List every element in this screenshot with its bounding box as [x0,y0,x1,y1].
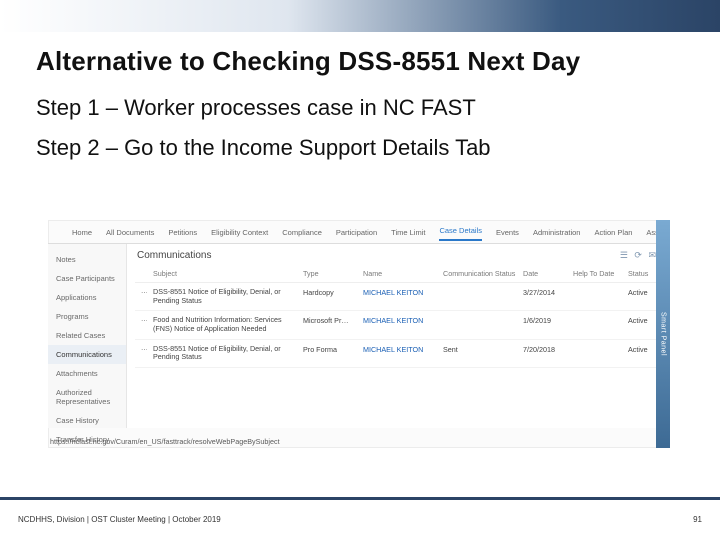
app-screenshot: Home All Documents Petitions Eligibility Co… [48,220,670,448]
browser-url: https://ncfast.nc.gov/Curam/en_US/fasttr… [50,437,280,446]
table-cell: MICHAEL KEITON [357,311,437,339]
table-cell: DSS-8551 Notice of Eligibility, Denial, … [147,283,297,311]
column-header: Type [297,265,357,283]
app-sidebar: NotesCase ParticipantsApplicationsProgra… [48,244,127,428]
tab-item[interactable]: All Documents [106,228,154,241]
column-header: Date [517,265,567,283]
tab-item[interactable]: Action Plan [594,228,632,241]
table-cell: ⋯ [135,339,147,367]
footer-page-number: 91 [693,515,702,524]
sidebar-item[interactable]: Case History [48,411,126,430]
footer-left: NCDHHS, Division | OST Cluster Meeting |… [18,515,221,524]
sidebar-item[interactable]: Case Participants [48,269,126,288]
table-cell [437,311,517,339]
table-cell: Food and Nutrition Information: Services… [147,311,297,339]
table-row[interactable]: ⋯DSS-8551 Notice of Eligibility, Denial,… [135,283,662,311]
table-cell [567,283,622,311]
table-cell: Microsoft Pro Forma [297,311,357,339]
tab-item[interactable]: Eligibility Context [211,228,268,241]
table-row[interactable]: ⋯DSS-8551 Notice of Eligibility, Denial,… [135,339,662,367]
communications-table: SubjectTypeNameCommunication StatusDateH… [135,265,662,368]
tab-item[interactable]: Administration [533,228,581,241]
right-smart-panel[interactable]: Smart Panel [656,220,670,448]
app-main: Communications ☰ ⟳ ✉ SubjectTypeNameComm… [127,244,670,428]
tab-item[interactable]: Participation [336,228,377,241]
table-row[interactable]: ⋯Food and Nutrition Information: Service… [135,311,662,339]
table-cell [567,311,622,339]
sidebar-item[interactable]: Programs [48,307,126,326]
column-header: Name [357,265,437,283]
top-accent-bar [0,0,720,32]
slide-title: Alternative to Checking DSS-8551 Next Da… [36,46,720,77]
step-1-text: Step 1 – Worker processes case in NC FAS… [36,95,720,121]
column-header: Help To Date [567,265,622,283]
right-panel-label: Smart Panel [660,312,667,356]
tab-item[interactable]: Time Limit [391,228,425,241]
step-2-text: Step 2 – Go to the Income Support Detail… [36,135,720,161]
slide-footer: NCDHHS, Division | OST Cluster Meeting |… [0,497,720,532]
panel-title: Communications [137,250,211,261]
table-cell [437,283,517,311]
table-cell: ⋯ [135,311,147,339]
tab-item[interactable]: Petitions [168,228,197,241]
table-cell: Pro Forma [297,339,357,367]
table-cell: DSS-8551 Notice of Eligibility, Denial, … [147,339,297,367]
app-tabs: Home All Documents Petitions Eligibility Co… [48,220,670,244]
sidebar-item[interactable]: Applications [48,288,126,307]
sidebar-item[interactable]: Attachments [48,364,126,383]
table-cell: MICHAEL KEITON [357,339,437,367]
column-header [135,265,147,283]
table-cell: MICHAEL KEITON [357,283,437,311]
tab-item[interactable]: Events [496,228,519,241]
column-header: Communication Status [437,265,517,283]
column-header: Subject [147,265,297,283]
table-cell: 7/20/2018 [517,339,567,367]
tab-item[interactable]: Case Details [439,226,482,241]
table-cell: Hardcopy [297,283,357,311]
table-cell: Sent [437,339,517,367]
sidebar-item[interactable]: Authorized Representatives [48,383,126,411]
table-cell: 3/27/2014 [517,283,567,311]
sidebar-item[interactable]: Notes [48,250,126,269]
sidebar-item[interactable]: Communications [48,345,126,364]
tab-item[interactable]: Home [72,228,92,241]
sidebar-item[interactable]: Related Cases [48,326,126,345]
table-cell: 1/6/2019 [517,311,567,339]
tab-item[interactable]: Compliance [282,228,322,241]
table-cell: ⋯ [135,283,147,311]
table-cell [567,339,622,367]
panel-action-icons[interactable]: ☰ ⟳ ✉ [620,250,658,261]
